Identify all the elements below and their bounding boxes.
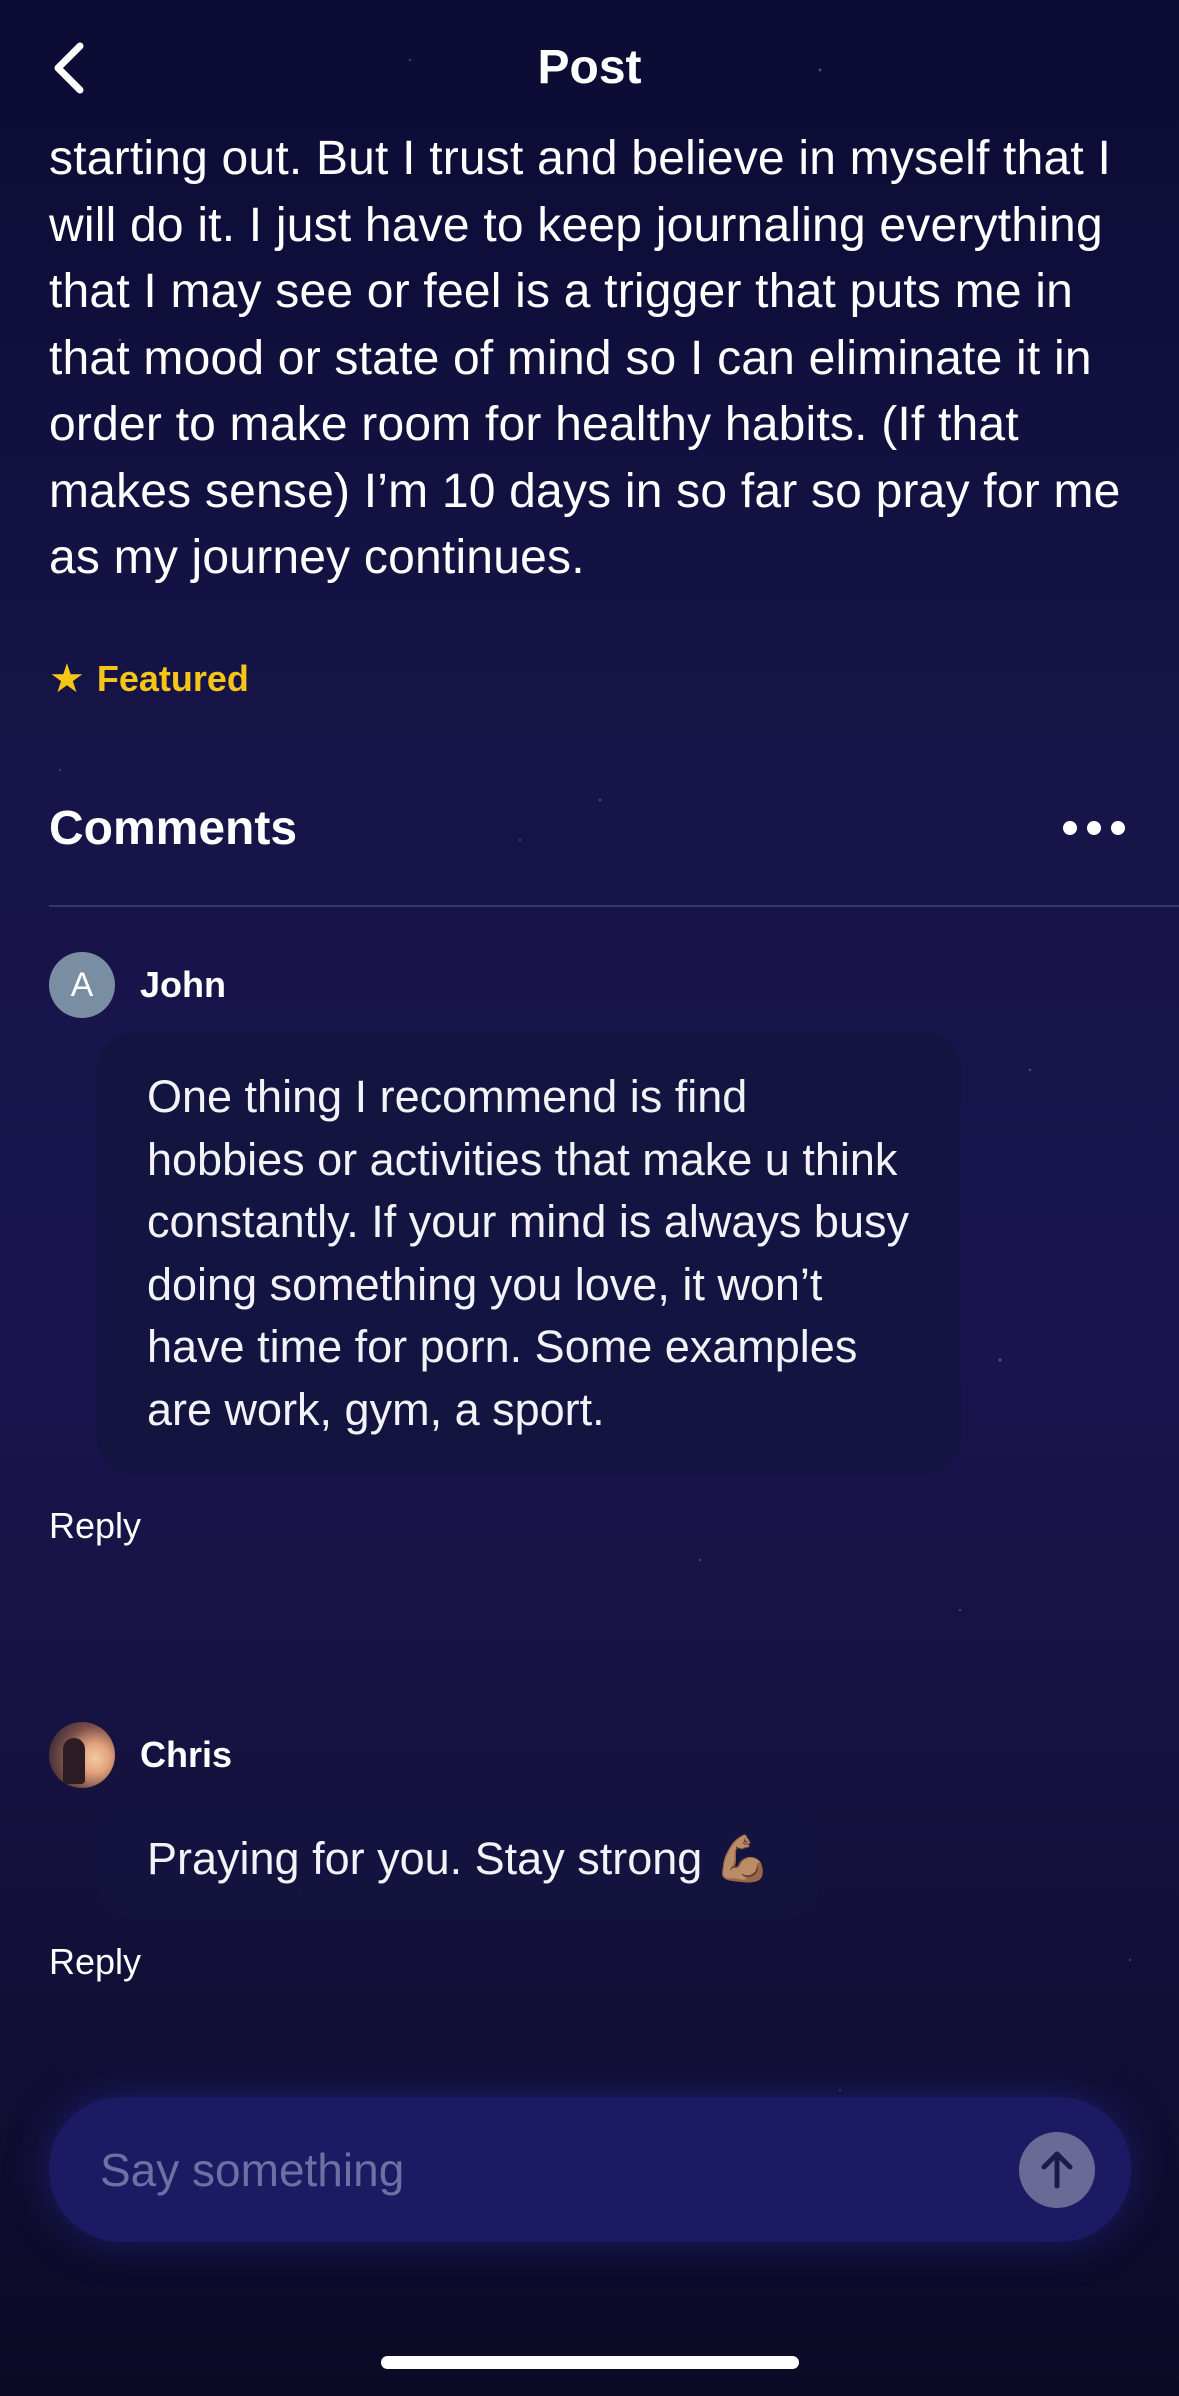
comment-item: Chris Praying for you. Stay strong 💪🏽 Re… [49, 1722, 1149, 1983]
comment-bubble: Praying for you. Stay strong 💪🏽 [97, 1800, 821, 1919]
avatar-photo-silhouette [63, 1738, 85, 1784]
comment-author[interactable]: Chris [140, 1734, 232, 1776]
more-dot [1111, 821, 1125, 835]
comment-input[interactable] [98, 2141, 1019, 2198]
post-body: starting out. But I trust and believe in… [49, 132, 1121, 584]
page-title: Post [537, 41, 642, 94]
top-bar: Post [0, 20, 1179, 116]
avatar[interactable] [49, 1722, 115, 1788]
star-icon: ★ [49, 657, 85, 701]
comments-header: Comments [49, 795, 1131, 861]
send-button[interactable] [1019, 2131, 1095, 2208]
avatar[interactable]: A [49, 952, 115, 1018]
home-indicator[interactable] [381, 2356, 799, 2369]
reply-button[interactable]: Reply [49, 1505, 141, 1547]
comment-bubble: One thing I recommend is find hobbies or… [97, 1032, 961, 1475]
comment-composer [49, 2097, 1131, 2242]
divider [49, 905, 1179, 907]
more-dot [1087, 821, 1101, 835]
reply-button[interactable]: Reply [49, 1941, 141, 1983]
more-horizontal-icon [1063, 821, 1077, 835]
comment-author[interactable]: John [140, 964, 226, 1006]
more-options-button[interactable] [1057, 798, 1131, 858]
avatar-letter: A [70, 965, 94, 1004]
comments-title: Comments [49, 801, 298, 855]
comment-header: Chris [49, 1722, 1149, 1788]
arrow-up-icon [1041, 2151, 1073, 2188]
featured-badge: ★ Featured [49, 658, 249, 700]
featured-label: Featured [96, 658, 249, 699]
comment-header: A John [49, 952, 1149, 1018]
comment-item: A John One thing I recommend is find hob… [49, 952, 1149, 1547]
